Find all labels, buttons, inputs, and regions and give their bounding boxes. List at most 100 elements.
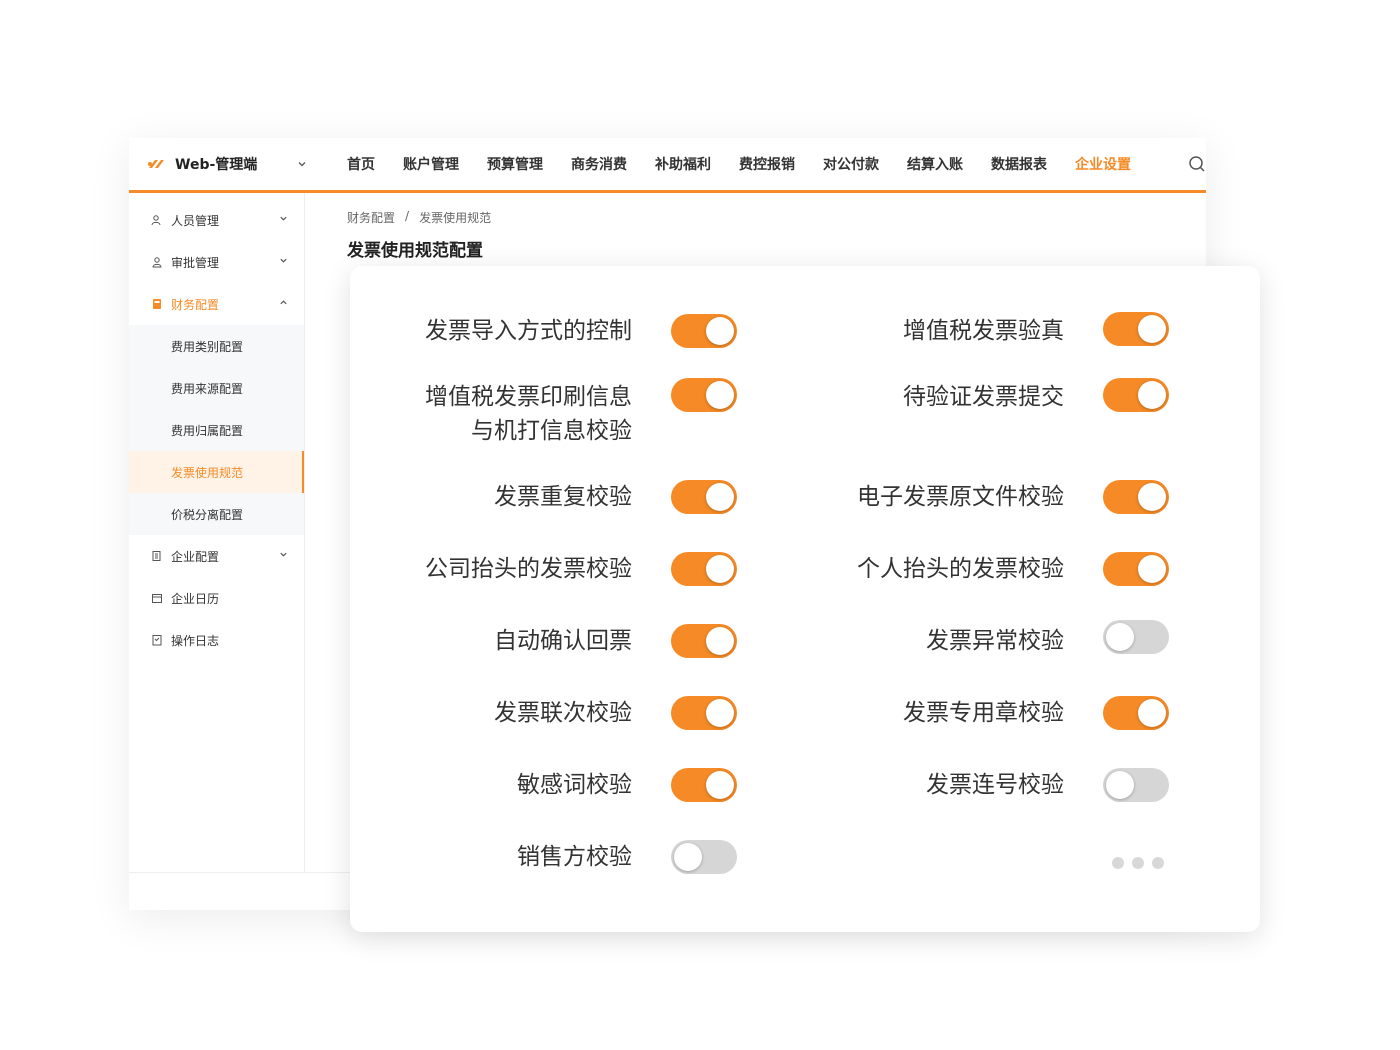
setting-label: 发票连号校验 [926, 772, 1064, 798]
chevron-down-icon [280, 552, 287, 557]
toggle-vat-verification[interactable] [1103, 312, 1169, 346]
users-icon [151, 215, 161, 226]
sidebar-subitem-expense-category[interactable]: 费用类别配置 [129, 325, 304, 367]
sidebar-item-label: 操作日志 [171, 633, 220, 648]
sidebar-subitem-expense-attribution[interactable]: 费用归属配置 [129, 409, 304, 451]
nav-business-spend[interactable]: 商务消费 [571, 154, 627, 174]
building-icon [152, 551, 161, 561]
toggle-pending-verification-submit[interactable] [1103, 378, 1169, 412]
chevron-down-icon[interactable] [297, 159, 307, 169]
nav-corporate-payment[interactable]: 对公付款 [823, 154, 879, 174]
breadcrumb: 财务配置 / 发票使用规范 [347, 209, 491, 226]
toggle-knob [1106, 623, 1134, 651]
finance-icon [153, 299, 161, 309]
page-title: 发票使用规范配置 [347, 241, 483, 261]
toggle-e-invoice-original-file-check[interactable] [1103, 480, 1169, 514]
sidebar-item-label: 企业日历 [171, 591, 220, 606]
setting-label: 公司抬头的发票校验 [425, 556, 632, 582]
main-nav: 首页 账户管理 预算管理 商务消费 补助福利 费控报销 对公付款 结算入账 数据… [347, 138, 1159, 190]
setting-label: 发票异常校验 [926, 628, 1064, 654]
breadcrumb-current: 发票使用规范 [419, 211, 492, 225]
setting-label: 敏感词校验 [517, 772, 632, 798]
nav-reports[interactable]: 数据报表 [991, 154, 1047, 174]
setting-label: 发票联次校验 [494, 700, 632, 726]
nav-settlement[interactable]: 结算入账 [907, 154, 963, 174]
sidebar-item-enterprise-config[interactable]: 企业配置 [129, 535, 304, 577]
toggle-duplicate-check[interactable] [671, 480, 737, 514]
setting-label: 电子发票原文件校验 [857, 484, 1064, 510]
toggle-knob [674, 843, 702, 871]
toggle-special-seal-check[interactable] [1103, 696, 1169, 730]
toggle-knob [706, 381, 734, 409]
sidebar-item-label: 财务配置 [171, 297, 220, 312]
nav-enterprise-settings[interactable]: 企业设置 [1075, 154, 1131, 174]
toggle-knob [706, 555, 734, 583]
breadcrumb-separator: / [405, 209, 410, 223]
nav-accounts[interactable]: 账户管理 [403, 154, 459, 174]
finance-submenu: 费用类别配置 费用来源配置 费用归属配置 发票使用规范 价税分离配置 [129, 325, 304, 535]
sidebar-item-label: 人员管理 [171, 213, 220, 228]
sidebar-item-people[interactable]: 人员管理 [129, 199, 304, 241]
chevron-down-icon [280, 216, 287, 221]
setting-label: 自动确认回票 [494, 628, 632, 654]
setting-label: 发票导入方式的控制 [425, 318, 632, 344]
toggle-knob [706, 771, 734, 799]
toggle-copy-count-check[interactable] [671, 696, 737, 730]
sidebar-subitem-expense-source[interactable]: 费用来源配置 [129, 367, 304, 409]
setting-label: 与机打信息校验 [471, 418, 632, 444]
sidebar-item-operation-log[interactable]: 操作日志 [129, 619, 304, 661]
toggle-knob [1138, 315, 1166, 343]
dot [1112, 857, 1124, 869]
toggle-personal-title-check[interactable] [1103, 552, 1169, 586]
toggle-vat-print-info-check[interactable] [671, 378, 737, 412]
toggle-knob [1138, 555, 1166, 583]
calendar-icon [152, 594, 162, 603]
toggle-knob [1106, 771, 1134, 799]
toggle-sensitive-words-check[interactable] [671, 768, 737, 802]
setting-label: 待验证发票提交 [903, 384, 1064, 410]
setting-label: 销售方校验 [517, 844, 632, 870]
sidebar-subitem-invoice-rules[interactable]: 发票使用规范 [129, 451, 304, 493]
nav-expense-control[interactable]: 费控报销 [739, 154, 795, 174]
nav-home[interactable]: 首页 [347, 154, 375, 174]
toggle-company-title-check[interactable] [671, 552, 737, 586]
invoice-settings-card: 发票导入方式的控制 增值税发票印刷信息 与机打信息校验 发票重复校验 公司抬头的… [350, 266, 1260, 932]
setting-label: 个人抬头的发票校验 [857, 556, 1064, 582]
top-navbar: Web-管理端 首页 账户管理 预算管理 商务消费 补助福利 费控报销 对公付款… [129, 138, 1206, 193]
nav-budget[interactable]: 预算管理 [487, 154, 543, 174]
toggle-invoice-import-control[interactable] [671, 314, 737, 348]
search-icon[interactable] [1188, 155, 1206, 173]
toggle-consecutive-number-check[interactable] [1103, 768, 1169, 802]
dot [1152, 857, 1164, 869]
toggle-invoice-anomaly-check[interactable] [1103, 620, 1169, 654]
toggle-knob [706, 317, 734, 345]
more-icon[interactable] [1112, 857, 1164, 869]
chevron-down-icon [280, 258, 287, 263]
brand[interactable]: Web-管理端 [147, 138, 306, 190]
sidebar-subitem-tax-separation[interactable]: 价税分离配置 [129, 493, 304, 535]
breadcrumb-parent[interactable]: 财务配置 [347, 209, 395, 226]
user-check-icon [152, 257, 162, 268]
sidebar-item-finance[interactable]: 财务配置 [129, 283, 304, 325]
sidebar-item-approval[interactable]: 审批管理 [129, 241, 304, 283]
toggle-knob [1138, 483, 1166, 511]
brand-name: Web-管理端 [175, 157, 258, 173]
toggle-knob [1138, 381, 1166, 409]
chevron-up-icon [280, 300, 287, 305]
toggle-knob [706, 699, 734, 727]
setting-label: 发票专用章校验 [903, 700, 1064, 726]
sidebar: 人员管理 审批管理 财务配置 费用类别配置 费用来源配置 费用归属配置 发票使用… [129, 193, 305, 872]
sidebar-item-label: 企业配置 [171, 549, 220, 564]
toggle-auto-confirm-receipt[interactable] [671, 624, 737, 658]
toggle-knob [706, 627, 734, 655]
sidebar-item-calendar[interactable]: 企业日历 [129, 577, 304, 619]
nav-subsidy[interactable]: 补助福利 [655, 154, 711, 174]
toggle-seller-check[interactable] [671, 840, 737, 874]
setting-label: 增值税发票验真 [903, 318, 1064, 344]
setting-label: 发票重复校验 [494, 484, 632, 510]
dot [1132, 857, 1144, 869]
setting-label: 增值税发票印刷信息 [425, 384, 632, 410]
sidebar-item-label: 审批管理 [171, 255, 220, 270]
brand-logo-icon [148, 160, 164, 168]
log-icon [152, 635, 162, 646]
